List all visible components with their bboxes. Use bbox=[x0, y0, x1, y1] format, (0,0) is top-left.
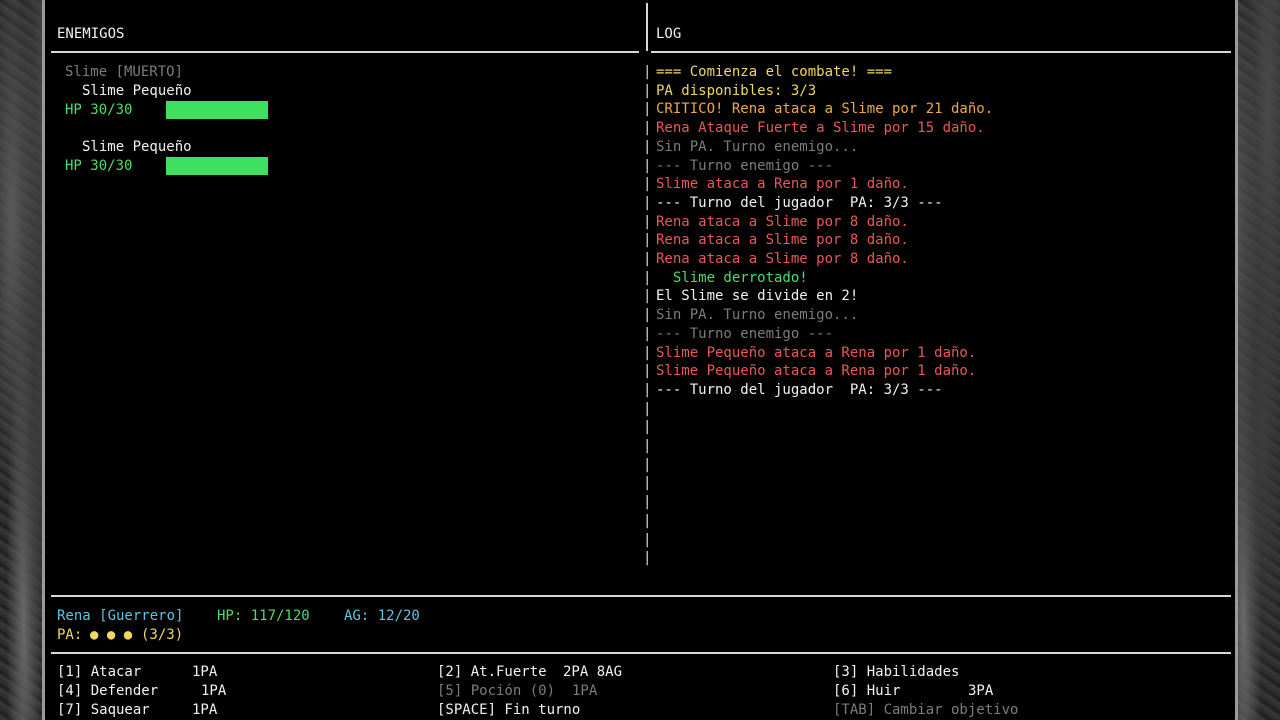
log-entry: Rena ataca a Slime por 8 daño. bbox=[656, 232, 909, 249]
action-defender-key: [4] Defender bbox=[57, 683, 159, 699]
log-entry: Rena ataca a Slime por 8 daño. bbox=[656, 213, 909, 230]
separator-segment: | bbox=[643, 344, 652, 361]
action-huir-cost: 3PA bbox=[968, 683, 994, 699]
player-pa-label: PA: bbox=[57, 627, 83, 643]
separator-segment: | bbox=[643, 307, 652, 324]
separator-segment: | bbox=[643, 512, 652, 529]
log-entry: Sin PA. Turno enemigo... bbox=[656, 307, 859, 324]
log-entry: --- Turno enemigo --- bbox=[656, 325, 834, 342]
separator-segment: | bbox=[643, 475, 652, 492]
separator-segment: | bbox=[643, 381, 652, 398]
log-entry: Slime Pequeño ataca a Rena por 1 daño. bbox=[656, 363, 977, 380]
separator-segment: | bbox=[643, 157, 652, 174]
player-pa-dots: ● ● ● bbox=[90, 627, 133, 643]
separator-segment: | bbox=[643, 456, 652, 473]
action-fuerte-key: [2] At.Fuerte bbox=[437, 664, 547, 680]
player-pa-count: (3/3) bbox=[141, 627, 184, 643]
separator-segment: | bbox=[643, 138, 652, 155]
separator-segment: | bbox=[643, 232, 652, 249]
player-hp: HP: 117/120 bbox=[217, 608, 310, 624]
player-name: Rena [Guerrero] bbox=[57, 608, 184, 624]
separator-segment: | bbox=[643, 213, 652, 230]
player-ag: AG: 12/20 bbox=[344, 608, 420, 624]
log-entry: Sin PA. Turno enemigo... bbox=[656, 138, 859, 155]
actions-divider bbox=[51, 652, 1231, 654]
log-entry: Slime ataca a Rena por 1 daño. bbox=[656, 176, 909, 193]
separator-segment: | bbox=[643, 550, 652, 567]
action-pocion-key: [5] Poción (0) bbox=[437, 683, 556, 699]
separator-segment: | bbox=[643, 531, 652, 548]
log-entry: Rena Ataque Fuerte a Slime por 15 daño. bbox=[656, 120, 985, 137]
log-header-divider bbox=[651, 51, 1231, 53]
separator-segment: | bbox=[643, 438, 652, 454]
action-defender-cost: 1PA bbox=[201, 683, 227, 699]
dead-enemy-label: Slime [MUERTO] bbox=[65, 64, 184, 80]
enemy-hp-bar bbox=[166, 157, 268, 175]
log-entry: --- Turno enemigo --- bbox=[656, 157, 834, 174]
enemies-header-divider bbox=[51, 51, 639, 53]
separator-segment: | bbox=[643, 400, 652, 417]
action-cambiar-objetivo[interactable]: [TAB] Cambiar objetivo bbox=[833, 701, 1018, 719]
log-entry: CRITICO! Rena ataca a Slime por 21 daño. bbox=[656, 101, 994, 118]
separator-segment: | bbox=[643, 419, 652, 436]
action-pocion-cost: 1PA bbox=[572, 683, 598, 699]
separator-segment: | bbox=[643, 101, 652, 118]
separator-segment: | bbox=[643, 494, 652, 511]
action-atacar-cost: 1PA bbox=[192, 664, 218, 680]
log-entry: Rena ataca a Slime por 8 daño. bbox=[656, 251, 909, 267]
action-habilidades[interactable]: [3] Habilidades bbox=[833, 663, 959, 681]
action-atacar-key: [1] Atacar bbox=[57, 664, 142, 680]
action-saquear-key: [7] Saquear bbox=[57, 702, 150, 718]
enemy-hp-text: HP 30/30 bbox=[65, 158, 133, 174]
status-divider bbox=[51, 595, 1231, 597]
separator-segment: | bbox=[643, 363, 652, 380]
action-fin-turno[interactable]: [SPACE] Fin turno bbox=[437, 701, 580, 719]
action-huir-key: [6] Huir bbox=[833, 683, 901, 699]
enemy-hp-text: HP 30/30 bbox=[65, 102, 133, 118]
enemies-panel-title: ENEMIGOS bbox=[57, 26, 125, 42]
log-entry: Slime Pequeño ataca a Rena por 1 daño. bbox=[656, 344, 977, 361]
separator-segment: | bbox=[643, 288, 652, 305]
separator-segment: | bbox=[643, 176, 652, 193]
log-entry: PA disponibles: 3/3 bbox=[656, 82, 817, 99]
separator-segment: | bbox=[643, 194, 652, 211]
separator-segment: | bbox=[643, 269, 652, 286]
separator-segment: | bbox=[643, 120, 652, 137]
game-terminal: ENEMIGOS LOG | | | | | | | | | | | | | | | | | | | | | | | | | | |… bbox=[42, 0, 1238, 720]
log-entry: --- Turno del jugador PA: 3/3 --- bbox=[656, 194, 943, 211]
panel-separator-top bbox=[646, 3, 648, 51]
action-fuerte-cost: 2PA 8AG bbox=[563, 664, 623, 680]
enemy-name: Slime Pequeño bbox=[82, 83, 192, 99]
log-entry: --- Turno del jugador PA: 3/3 --- bbox=[656, 381, 943, 398]
action-saquear-cost: 1PA bbox=[192, 702, 218, 718]
separator-segment: | bbox=[643, 64, 652, 80]
separator-segment: | bbox=[643, 82, 652, 99]
log-panel-title: LOG bbox=[656, 26, 682, 42]
log-entry: El Slime se divide en 2! bbox=[656, 288, 859, 305]
log-entry: Slime derrotado! bbox=[656, 269, 808, 286]
enemy-name: Slime Pequeño bbox=[82, 139, 192, 155]
separator-segment: | bbox=[643, 251, 652, 267]
separator-segment: | bbox=[643, 325, 652, 342]
log-entry: === Comienza el combate! === bbox=[656, 64, 893, 80]
enemy-hp-bar bbox=[166, 101, 268, 119]
